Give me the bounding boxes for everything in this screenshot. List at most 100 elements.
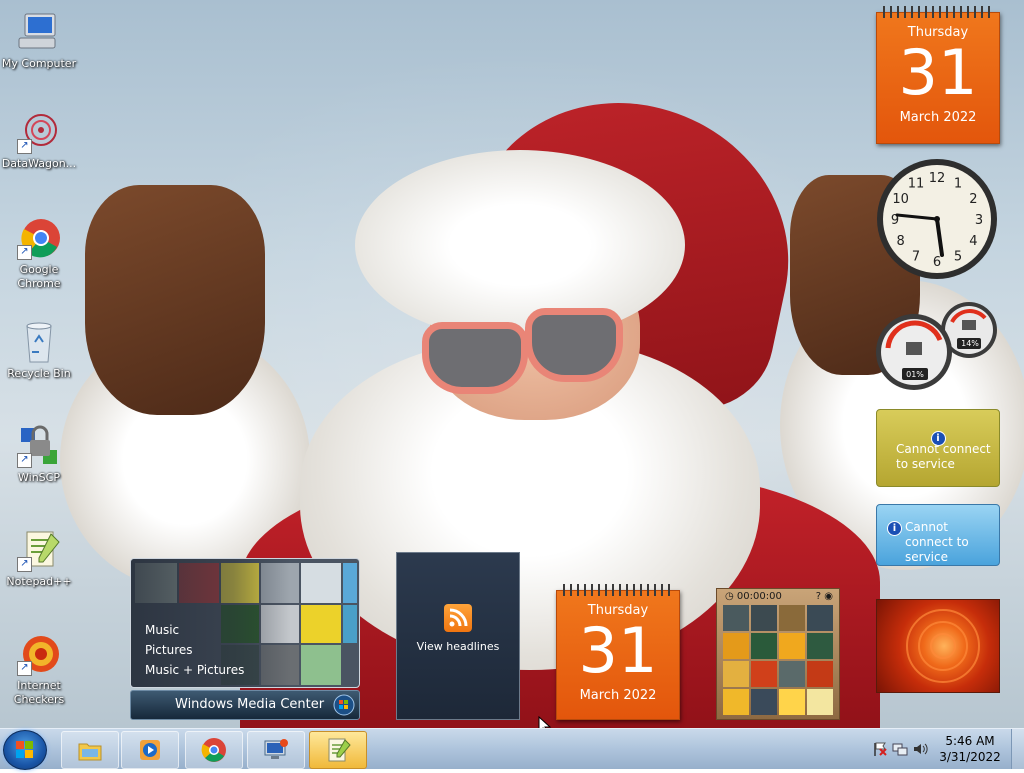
calendar-month: March 2022 — [899, 110, 977, 125]
taskbar-windows-explorer[interactable] — [61, 731, 119, 769]
slideshow-gadget[interactable] — [876, 599, 1000, 693]
feed-headlines-gadget[interactable]: View headlines — [396, 552, 520, 720]
wallpaper-sunglasses — [422, 322, 528, 394]
puzzle-tile[interactable] — [779, 633, 805, 659]
puzzle-tile[interactable] — [751, 605, 777, 631]
volume-icon[interactable] — [912, 741, 928, 757]
notepad-plus-plus-icon: ↗ — [17, 528, 61, 572]
desktop-icon-datawagon[interactable]: ↗ DataWagon... — [0, 110, 78, 171]
taskbar-windows-media-player[interactable] — [121, 731, 179, 769]
chrome-icon — [201, 738, 226, 762]
clock-numeral: 8 — [896, 234, 904, 249]
info-icon: i — [887, 521, 902, 536]
shortcut-arrow-icon: ↗ — [17, 245, 32, 260]
taskbar-notepad-plus-plus[interactable] — [309, 731, 367, 769]
puzzle-tile[interactable] — [807, 633, 833, 659]
taskbar: 5:46 AM 3/31/2022 — [0, 728, 1024, 770]
start-button[interactable] — [3, 730, 47, 770]
wallpaper-santa-hat-fur — [355, 150, 685, 340]
media-center-gadget[interactable]: Music Pictures Music + Pictures Windows … — [130, 558, 360, 720]
puzzle-tile[interactable] — [751, 689, 777, 715]
network-icon[interactable] — [892, 741, 908, 757]
stocks-error-message: Cannot connect to service — [905, 520, 969, 564]
desktop-icon-internet-checkers[interactable]: ↗ Internet Checkers — [0, 632, 78, 707]
desktop-icon-label: Notepad++ — [6, 575, 72, 588]
clock-numeral: 5 — [954, 249, 962, 264]
view-headlines-link[interactable]: View headlines — [397, 640, 519, 653]
puzzle-tile[interactable] — [751, 633, 777, 659]
puzzle-help-icon[interactable]: ? ◉ — [816, 591, 833, 602]
clock-face: 12 1234567891011 — [877, 159, 997, 279]
media-center-brand-bar[interactable]: Windows Media Center — [130, 690, 360, 720]
currency-gadget[interactable]: i Cannot connect to service — [876, 409, 1000, 487]
remote-desktop-icon — [264, 739, 288, 759]
puzzle-tile[interactable] — [779, 689, 805, 715]
media-center-brand: Windows Media Center — [175, 697, 325, 712]
puzzle-tile[interactable] — [779, 661, 805, 687]
clock-gadget[interactable]: 12 1 2 3 4 5 6 7 8 9 10 11 — [875, 157, 999, 281]
puzzle-tile[interactable] — [807, 661, 833, 687]
desktop-icon-google-chrome[interactable]: ↗ Google Chrome — [0, 216, 78, 291]
calendar-gadget-top[interactable]: Thursday 31 March 2022 — [876, 6, 1000, 144]
taskbar-google-chrome[interactable] — [185, 731, 243, 769]
taskbar-clock[interactable]: 5:46 AM 3/31/2022 — [928, 729, 1012, 769]
chrome-icon: ↗ — [17, 216, 61, 260]
desktop-icon-label: WinSCP — [18, 471, 60, 484]
desktop-icon-label: Internet Checkers — [13, 679, 65, 706]
clock-small-icon: ◷ — [725, 591, 737, 602]
wallpaper-santa-glove — [85, 185, 265, 415]
datawagon-icon: ↗ — [17, 110, 61, 154]
memory-usage-value: 14% — [961, 339, 979, 348]
puzzle-timer: ◷ 00:00:00 — [725, 591, 782, 602]
desktop-icon-label: DataWagon... — [1, 157, 77, 170]
media-center-pictures-item[interactable]: Pictures — [145, 640, 244, 660]
desktop-icon-label: My Computer — [1, 57, 77, 70]
picture-puzzle-gadget[interactable]: ◷ 00:00:00 ? ◉ — [716, 588, 840, 720]
taskbar-time: 5:46 AM — [945, 734, 995, 748]
cpu-meter-gadget[interactable]: 14% 01% — [874, 300, 1000, 392]
calendar-rings — [883, 6, 993, 18]
calendar-rings — [563, 584, 673, 596]
taskbar-remote-desktop[interactable] — [247, 731, 305, 769]
desktop-icon-notepad-plus-plus[interactable]: ↗ Notepad++ — [0, 528, 78, 589]
clock-numeral: 6 — [933, 255, 941, 270]
clock-numeral: 11 — [908, 177, 925, 192]
puzzle-tile[interactable] — [723, 689, 749, 715]
puzzle-tile[interactable] — [779, 605, 805, 631]
puzzle-tile[interactable] — [751, 661, 777, 687]
clock-numeral: 1 — [954, 177, 962, 192]
desktop[interactable]: My Computer ↗ DataWagon... ↗ Google Chro… — [0, 0, 1024, 728]
puzzle-tile[interactable] — [807, 605, 833, 631]
calendar-gadget-bottom[interactable]: Thursday 31 March 2022 — [556, 584, 680, 720]
puzzle-tile[interactable] — [807, 689, 833, 715]
clock-numeral: 10 — [892, 192, 909, 207]
calendar-date: 31 — [898, 36, 978, 109]
clock-numeral: 4 — [969, 234, 977, 249]
taskbar-date: 3/31/2022 — [939, 750, 1001, 764]
stocks-gadget[interactable]: i Cannot connect to service — [876, 504, 1000, 566]
puzzle-tile[interactable] — [723, 633, 749, 659]
folder-icon — [78, 743, 102, 761]
shortcut-arrow-icon: ↗ — [17, 139, 32, 154]
shortcut-arrow-icon: ↗ — [17, 453, 32, 468]
computer-icon — [17, 10, 61, 54]
desktop-icon-recycle-bin[interactable]: Recycle Bin — [0, 320, 78, 381]
media-player-icon — [140, 740, 160, 760]
media-center-music-pictures-item[interactable]: Music + Pictures — [145, 660, 244, 680]
desktop-icon-my-computer[interactable]: My Computer — [0, 10, 78, 71]
puzzle-board — [723, 605, 833, 715]
puzzle-tile[interactable] — [723, 661, 749, 687]
desktop-icon-label: Google Chrome — [17, 263, 61, 290]
action-center-flag-icon[interactable] — [872, 741, 888, 757]
cpu-usage-value: 01% — [906, 370, 924, 379]
windows-logo-icon — [333, 694, 355, 716]
show-desktop-button[interactable] — [1011, 729, 1024, 769]
windows-logo-icon — [16, 741, 33, 758]
puzzle-tile[interactable] — [723, 605, 749, 631]
clock-numeral: 3 — [975, 213, 983, 228]
notepad-plus-plus-icon — [328, 738, 351, 762]
desktop-icon-winscp[interactable]: ↗ WinSCP — [0, 424, 78, 485]
shortcut-arrow-icon: ↗ — [17, 661, 32, 676]
media-center-music-item[interactable]: Music — [145, 620, 244, 640]
currency-error-message: Cannot connect to service — [896, 442, 991, 471]
